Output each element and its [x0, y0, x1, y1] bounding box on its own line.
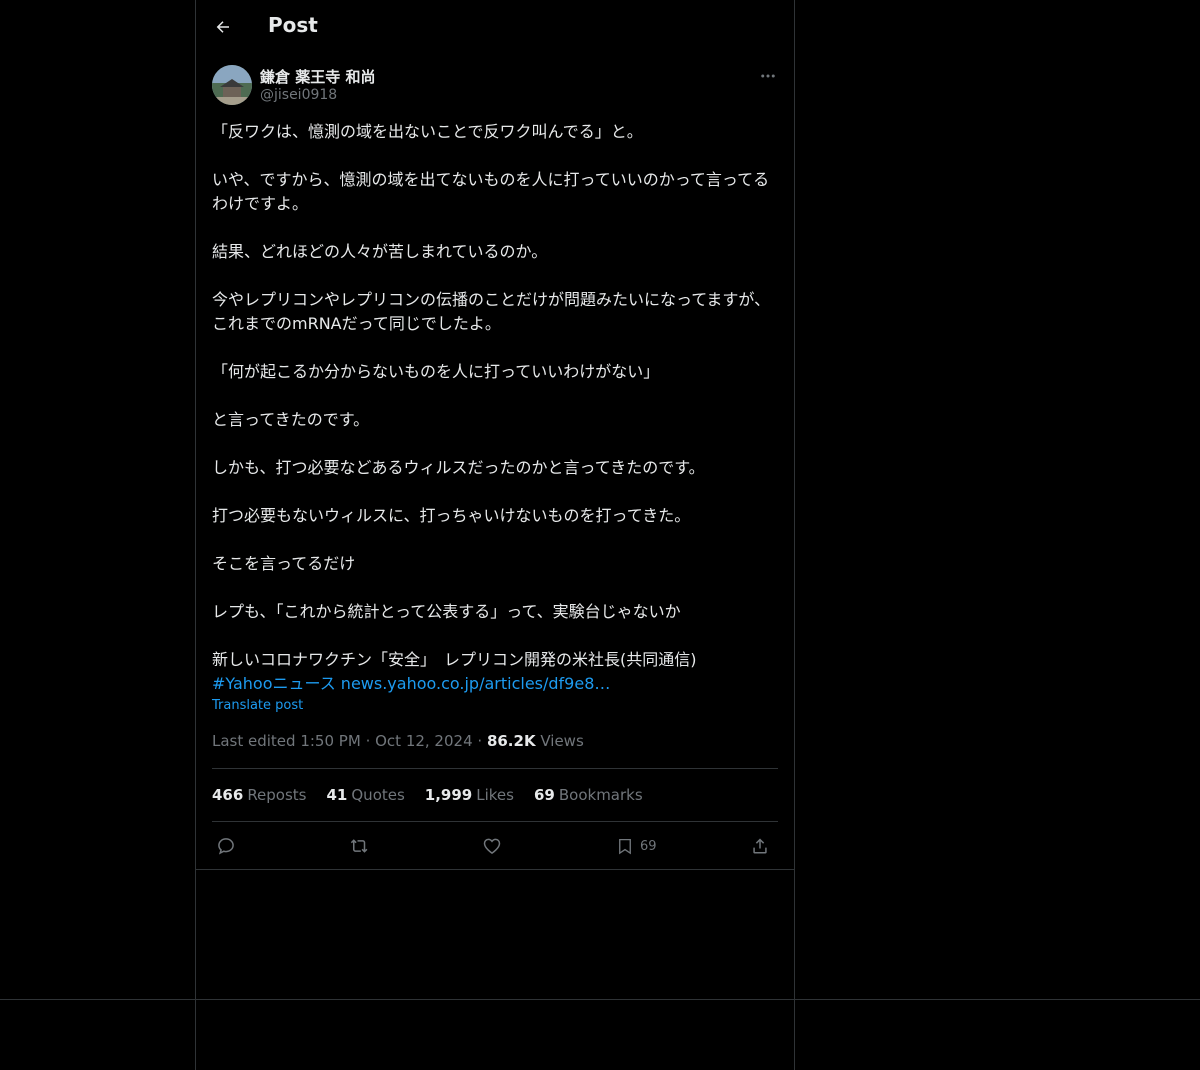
post-meta: Last edited 1:50 PM · Oct 12, 2024 · 86.… — [212, 732, 584, 750]
engagement-stats: 466 Reposts 41 Quotes 1,999 Likes 69 Bookmar… — [212, 786, 643, 804]
reposts-stat[interactable]: 466 Reposts — [212, 786, 307, 804]
page-title: Post — [268, 13, 318, 37]
bottom-divider — [0, 999, 1200, 1000]
post-paragraph: いや、ですから、憶測の域を出てないものを人に打っていいのかって言ってるわけですよ… — [212, 170, 770, 213]
news-headline: 新しいコロナワクチン「安全」 レプリコン開発の米社長(共同通信) — [212, 650, 697, 669]
share-icon — [753, 838, 767, 854]
share-button[interactable] — [750, 833, 770, 859]
post-paragraph: 結果、どれほどの人々が苦しまれているのか。 — [212, 242, 548, 261]
post-paragraph: 打つ必要もないウィルスに、打っちゃいけないものを打ってきた。 — [212, 506, 691, 525]
bookmark-count: 69 — [640, 838, 657, 854]
back-arrow-icon — [216, 21, 229, 33]
repost-button[interactable] — [349, 833, 371, 859]
meta-dot: · — [477, 732, 487, 750]
bookmark-icon — [619, 838, 631, 855]
reply-icon — [218, 838, 234, 855]
reply-button[interactable] — [216, 833, 236, 859]
post-paragraph: 「何が起こるか分からないものを人に打っていいわけがない」 — [212, 362, 660, 381]
author-name[interactable]: 鎌倉 薬王寺 和尚 — [260, 66, 375, 87]
post-paragraph: レプも、「これから統計とって公表する」って、実験台じゃないか — [212, 602, 681, 621]
post-paragraph: と言ってきたのです。 — [212, 410, 370, 429]
meta-dot: · — [365, 732, 376, 750]
back-button[interactable] — [210, 14, 236, 40]
divider — [212, 768, 778, 769]
action-bar: 69 — [212, 833, 778, 859]
edited-time[interactable]: Last edited 1:50 PM — [212, 732, 361, 750]
bookmark-button[interactable]: 69 — [616, 833, 657, 859]
more-button[interactable] — [758, 66, 778, 86]
avatar-image — [212, 65, 252, 105]
avatar[interactable] — [212, 65, 252, 105]
views-label: Views — [540, 732, 584, 750]
bookmarks-stat[interactable]: 69 Bookmarks — [534, 786, 643, 804]
post-paragraph: 今やレプリコンやレプリコンの伝播のことだけが問題みたいになってますが、これまでの… — [212, 290, 771, 333]
repost-icon — [350, 839, 368, 853]
right-border — [794, 0, 795, 1070]
post-paragraph: 「反ワクは、憶測の域を出ないことで反ワク叫んでる」と。 — [212, 122, 643, 141]
article-link[interactable]: news.yahoo.co.jp/articles/df9e8… — [341, 674, 611, 693]
hashtag-link[interactable]: #Yahooニュース — [212, 674, 336, 693]
translate-post-link[interactable]: Translate post — [212, 698, 303, 713]
post-column: Post 鎌倉 薬王寺 和尚 @jisei0918 「反ワクは、憶測の域を出ない… — [196, 0, 794, 870]
quotes-stat[interactable]: 41 Quotes — [327, 786, 405, 804]
like-icon — [483, 838, 501, 854]
like-button[interactable] — [482, 833, 502, 859]
divider — [212, 821, 778, 822]
author-handle[interactable]: @jisei0918 — [260, 87, 337, 103]
post-date[interactable]: Oct 12, 2024 — [375, 732, 473, 750]
post-paragraph: しかも、打つ必要などあるウィルスだったのかと言ってきたのです。 — [212, 458, 705, 477]
header: Post — [196, 0, 794, 53]
views-count: 86.2K — [486, 732, 536, 750]
post-text: 「反ワクは、憶測の域を出ないことで反ワク叫んでる」と。 いや、ですから、憶測の域… — [212, 120, 778, 696]
link-line: #Yahooニュース news.yahoo.co.jp/articles/df9… — [212, 672, 778, 696]
likes-stat[interactable]: 1,999 Likes — [425, 786, 514, 804]
post-paragraph: そこを言ってるだけ — [212, 554, 356, 573]
more-icon — [761, 74, 775, 78]
